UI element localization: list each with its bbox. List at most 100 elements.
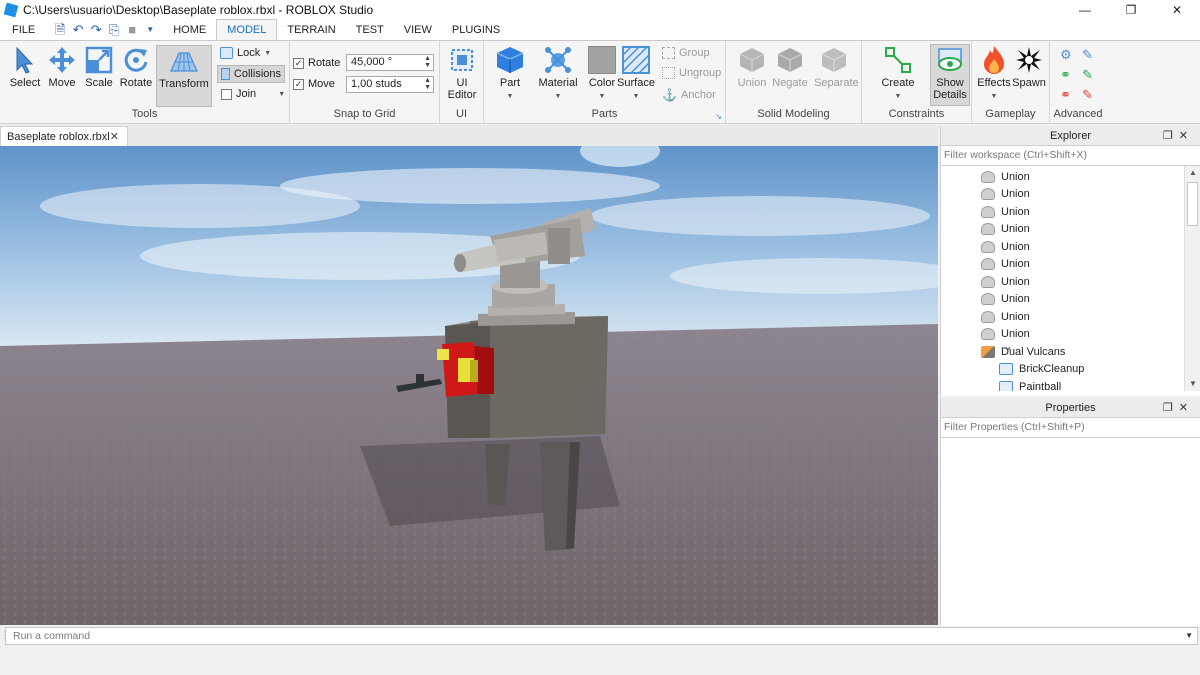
tab-home[interactable]: HOME <box>163 20 216 40</box>
scroll-up-icon[interactable]: ▲ <box>1185 166 1200 180</box>
surface-button[interactable]: Surface ▼ <box>616 45 656 101</box>
scale-icon <box>83 45 115 75</box>
maximize-icon[interactable]: ❐ <box>1108 0 1154 20</box>
solid-modeling-group: Union Negate Separate Solid Modeling <box>726 41 862 124</box>
new-file-icon[interactable]: 🗎 <box>53 23 67 37</box>
union-button[interactable]: Union <box>732 45 772 89</box>
group-button[interactable]: Group <box>662 47 710 59</box>
rotate-button[interactable]: Rotate <box>116 45 156 89</box>
surface-icon <box>620 45 652 75</box>
advanced-script-icon[interactable]: ✎ <box>1082 47 1100 63</box>
explorer-header: Explorer ❐✕ <box>941 126 1200 146</box>
chevron-down-icon: ▼ <box>506 93 514 100</box>
scroll-down-icon[interactable]: ▼ <box>1185 377 1200 391</box>
rotate-snap-input[interactable]: 45,000 ° ▲ ▼ <box>346 54 434 71</box>
create-constraint-button[interactable]: Create ▼ <box>878 45 918 101</box>
tab-view[interactable]: VIEW <box>394 20 442 40</box>
advanced-gear-icon[interactable]: ⚙ <box>1060 47 1078 63</box>
select-button[interactable]: Select <box>5 45 45 89</box>
spawn-button[interactable]: Spawn <box>1009 45 1049 89</box>
window-controls: — ❐ ✕ <box>1062 0 1200 20</box>
gameplay-group: Effects ▼ Spawn Gameplay <box>972 41 1050 124</box>
explorer-scrollbar[interactable]: ▲ ▼ <box>1184 166 1200 391</box>
customize-dropdown-icon[interactable]: ▼ <box>143 23 157 37</box>
tab-test[interactable]: TEST <box>346 20 394 40</box>
ui-editor-button[interactable]: UI Editor <box>442 45 482 101</box>
rotate-snap-checkbox[interactable]: ✓ Rotate <box>293 57 340 69</box>
constraints-group-title: Constraints <box>888 108 945 120</box>
collisions-toggle[interactable]: Collisions <box>217 65 285 83</box>
negate-button[interactable]: Negate <box>770 45 810 89</box>
tab-plugins[interactable]: PLUGINS <box>442 20 510 40</box>
advanced-module-script-icon[interactable]: ✎ <box>1082 87 1100 103</box>
cursor-icon <box>9 45 41 75</box>
close-tab-icon[interactable]: ✕ <box>110 130 119 143</box>
advanced-local-script-icon[interactable]: ✎ <box>1082 67 1100 83</box>
spinner-arrows-icon[interactable]: ▲ ▼ <box>424 55 431 69</box>
window-title: C:\Users\usuario\Desktop\Baseplate roblo… <box>23 3 374 17</box>
file-menu[interactable]: FILE <box>0 20 47 40</box>
quick-access-toolbar: 🗎 ↶ ↷ ⎘ ■ ▼ <box>53 20 157 40</box>
publish-icon[interactable]: ⎘ <box>107 23 121 37</box>
chevron-down-icon: ▼ <box>632 93 640 100</box>
explorer-item[interactable]: Paintball <box>999 378 1061 391</box>
join-checkbox[interactable]: Join ▼ <box>221 88 285 100</box>
explorer-item[interactable]: BrickCleanup <box>999 361 1084 378</box>
explorer-item[interactable]: Union <box>981 221 1030 238</box>
effects-button[interactable]: Effects ▼ <box>974 45 1014 101</box>
rotate-check-box[interactable]: ✓ <box>293 57 304 69</box>
close-icon[interactable]: ✕ <box>1154 0 1200 20</box>
join-check-box[interactable] <box>221 88 232 100</box>
move-snap-input[interactable]: 1,00 studs ▲ ▼ <box>346 76 434 93</box>
show-details-toggle[interactable]: Show Details <box>930 44 970 106</box>
explorer-item[interactable]: Union <box>981 203 1030 220</box>
explorer-item[interactable]: Union <box>981 238 1030 255</box>
group-icon <box>662 47 675 59</box>
part-button[interactable]: Part ▼ <box>490 45 530 101</box>
scale-button[interactable]: Scale <box>79 45 119 89</box>
explorer-item[interactable]: ⌄ Dual Vulcans <box>981 339 1065 360</box>
title-bar: C:\Users\usuario\Desktop\Baseplate roblo… <box>0 0 1200 20</box>
document-tab[interactable]: Baseplate roblox.rbxl ✕ <box>0 126 128 146</box>
stop-icon[interactable]: ■ <box>125 23 139 37</box>
close-panel-icon[interactable]: ✕ <box>1179 130 1194 142</box>
explorer-item[interactable]: Union <box>981 168 1030 185</box>
lock-button[interactable]: Lock ▼ <box>220 47 271 59</box>
close-panel-icon[interactable]: ✕ <box>1179 402 1194 414</box>
command-bar-input[interactable]: Run a command ▼ <box>5 627 1198 645</box>
explorer-item[interactable]: Union <box>981 256 1030 273</box>
minimize-icon[interactable]: — <box>1062 0 1108 20</box>
move-button[interactable]: Move <box>42 45 82 89</box>
advanced-module-icon[interactable]: ⚭ <box>1060 87 1078 103</box>
move-snap-checkbox[interactable]: ✓ Move <box>293 78 335 90</box>
scroll-thumb[interactable] <box>1187 182 1198 226</box>
snap-to-grid-group: ✓ Rotate 45,000 ° ▲ ▼ ✓ Move 1,00 studs ▲… <box>290 41 440 124</box>
explorer-filter-input[interactable]: Filter workspace (Ctrl+Shift+X) <box>941 146 1200 166</box>
union-icon <box>981 293 995 305</box>
dock-icon[interactable]: ❐ <box>1163 130 1179 142</box>
advanced-link-icon[interactable]: ⚭ <box>1060 67 1078 83</box>
anchor-button[interactable]: ⚓ Anchor <box>662 88 716 102</box>
explorer-item[interactable]: Union <box>981 273 1030 290</box>
dock-icon[interactable]: ❐ <box>1163 402 1179 414</box>
transform-button[interactable]: Transform <box>156 45 212 107</box>
tab-terrain[interactable]: TERRAIN <box>277 20 345 40</box>
explorer-item[interactable]: Union <box>981 186 1030 203</box>
ungroup-button[interactable]: Ungroup <box>662 67 721 79</box>
redo-icon[interactable]: ↷ <box>89 23 103 37</box>
chevron-down-icon[interactable]: ▼ <box>1185 628 1193 644</box>
undo-icon[interactable]: ↶ <box>71 23 85 37</box>
spinner-arrows-icon[interactable]: ▲ ▼ <box>424 77 431 91</box>
3d-viewport[interactable] <box>0 146 938 625</box>
gameplay-group-title: Gameplay <box>985 108 1036 120</box>
chevron-down-icon: ▼ <box>990 93 998 100</box>
move-check-box[interactable]: ✓ <box>293 78 304 90</box>
properties-filter-input[interactable]: Filter Properties (Ctrl+Shift+P) <box>941 418 1200 438</box>
separate-button[interactable]: Separate <box>814 45 859 89</box>
negate-icon <box>774 45 806 75</box>
explorer-item[interactable]: Union <box>981 308 1030 325</box>
tab-model[interactable]: MODEL <box>216 19 278 40</box>
expand-chevron-icon[interactable]: ⌄ <box>1003 339 1013 353</box>
explorer-item[interactable]: Union <box>981 291 1030 308</box>
material-button[interactable]: Material ▼ <box>538 45 578 101</box>
